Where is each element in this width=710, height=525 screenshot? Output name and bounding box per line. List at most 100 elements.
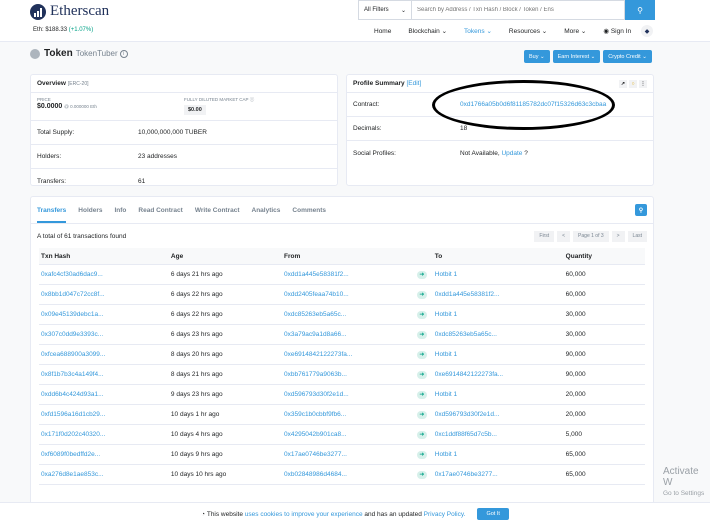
reputation-icon[interactable]: ○ — [629, 79, 637, 88]
arrow-right-icon: ➜ — [416, 450, 427, 459]
total-transactions: A total of 61 transactions found First <… — [31, 224, 653, 248]
tab-read-contract[interactable]: Read Contract — [138, 207, 182, 214]
cookie-banner: ◔ This website uses cookies to improve y… — [0, 502, 710, 525]
page-prev[interactable]: < — [557, 230, 571, 242]
to-address-link[interactable]: Hotbit 1 — [435, 271, 457, 278]
txn-hash-link[interactable]: 0x307c0dd9e3393c... — [41, 331, 103, 338]
from-address-link[interactable]: 0x17ae0746be3277... — [284, 451, 347, 458]
buy-button[interactable]: Buy ⌄ — [524, 50, 550, 63]
privacy-policy-link[interactable]: Privacy Policy. — [424, 511, 466, 518]
arrow-right-icon: ➜ — [416, 470, 427, 479]
page-last[interactable]: Last — [627, 230, 647, 242]
arrow-right-icon: ➜ — [416, 370, 427, 379]
nav-home[interactable]: Home — [374, 28, 391, 35]
txn-hash-link[interactable]: 0x171f0d202c40320... — [41, 431, 105, 438]
holders-row: Holders: 23 addresses — [31, 145, 337, 169]
info-icon[interactable]: i — [119, 49, 128, 58]
to-address-link[interactable]: Hotbit 1 — [435, 351, 457, 358]
search-input[interactable] — [411, 0, 625, 20]
quantity: 5,000 — [565, 431, 582, 438]
quantity: 65,000 — [565, 451, 586, 458]
page-first[interactable]: First — [534, 230, 555, 242]
tab-comments[interactable]: Comments — [292, 207, 326, 214]
page-title-row: Token TokenTuber i — [30, 48, 128, 59]
to-address-link[interactable]: 0xd596793d30f2e1d... — [435, 411, 500, 418]
nav-resources[interactable]: Resources ⌄ — [509, 27, 547, 35]
update-link[interactable]: Update — [501, 150, 522, 157]
txn-hash-link[interactable]: 0xf6089f0bedffd2e... — [41, 451, 100, 458]
quantity: 30,000 — [565, 311, 586, 318]
page-title: Token — [44, 48, 73, 59]
table-row: 0x8bb1d047c72cc8f... 6 days 22 hrs ago 0xd… — [39, 285, 645, 305]
to-address-link[interactable]: Hotbit 1 — [435, 311, 457, 318]
os-watermark: Activate W Go to Settings — [663, 466, 705, 497]
earn-interest-button[interactable]: Earn Interest ⌄ — [552, 50, 601, 63]
txn-hash-link[interactable]: 0xfd1596a16d1cb29... — [41, 411, 105, 418]
tab-write-contract[interactable]: Write Contract — [195, 207, 240, 214]
txn-age: 8 days 20 hrs ago — [170, 351, 223, 358]
crypto-credit-button[interactable]: Crypto Credit ⌄ — [603, 50, 652, 63]
tab-analytics[interactable]: Analytics — [252, 207, 281, 214]
to-address-link[interactable]: 0xe6914842122273fa... — [435, 371, 503, 378]
tab-info[interactable]: Info — [114, 207, 126, 214]
txn-hash-link[interactable]: 0x8f1b7b3c4a149f4... — [41, 371, 104, 378]
nav-tokens[interactable]: Tokens ⌄ — [464, 27, 492, 35]
info-icon[interactable]: ⓘ — [250, 97, 255, 102]
expand-icon[interactable]: ↗ — [619, 79, 627, 88]
from-address-link[interactable]: 0xdc85263eb5a65c... — [284, 311, 346, 318]
from-address-link[interactable]: 0xd596793d30f2e1d... — [284, 391, 349, 398]
site-header: Etherscan Eth: $188.33 (+1.07%) All Filt… — [0, 0, 710, 42]
nav-more[interactable]: More ⌄ — [564, 27, 586, 35]
from-address-link[interactable]: 0x359c1b0cbbf9fb6... — [284, 411, 346, 418]
from-address-link[interactable]: 0xdd1a445e58381f2... — [284, 271, 349, 278]
total-supply-row: Total Supply: 10,000,000,000 TUBER — [31, 121, 337, 145]
tab-holders[interactable]: Holders — [78, 207, 102, 214]
from-address-link[interactable]: 0x4295042b901ca8... — [284, 431, 347, 438]
cookie-icon: ◔ — [201, 510, 206, 518]
to-address-link[interactable]: 0xc1ddf88f65d7c5b... — [435, 431, 497, 438]
tab-transfers[interactable]: Transfers — [37, 207, 67, 223]
transfers-row: Transfers: 61 — [37, 177, 146, 185]
user-icon: ◉ — [603, 28, 610, 35]
search-bar: All Filters ⌄ ⚲ — [358, 0, 655, 20]
nav-sign-in[interactable]: ◉ Sign In — [603, 27, 631, 35]
txn-hash-link[interactable]: 0xafc4cf30ad6dac9... — [41, 271, 103, 278]
txn-age: 10 days 1 hr ago — [170, 411, 220, 418]
from-address-link[interactable]: 0x3a79ac9a1d8a66... — [284, 331, 347, 338]
txn-age: 9 days 23 hrs ago — [170, 391, 223, 398]
from-address-link[interactable]: 0xdd2405feaa74b10... — [284, 291, 349, 298]
from-address-link[interactable]: 0xe6914842122273fa... — [284, 351, 352, 358]
to-address-link[interactable]: 0x17ae0746be3277... — [435, 471, 498, 478]
tab-bar: Transfers Holders Info Read Contract Wri… — [31, 197, 653, 224]
txn-hash-link[interactable]: 0xa276d8e1ae853c... — [41, 471, 104, 478]
more-icon[interactable]: ⋮ — [639, 79, 647, 88]
eth-price: Eth: $188.33 (+1.07%) — [33, 27, 94, 33]
txn-hash-link[interactable]: 0xfcea688900a3099... — [41, 351, 105, 358]
cookies-link[interactable]: uses cookies to improve your experience — [245, 511, 363, 518]
from-address-link[interactable]: 0xbb761779a9063b... — [284, 371, 347, 378]
txn-hash-link[interactable]: 0x09e45139debc1a... — [41, 311, 104, 318]
txn-age: 6 days 23 hrs ago — [170, 331, 223, 338]
to-address-link[interactable]: Hotbit 1 — [435, 391, 457, 398]
from-address-link[interactable]: 0xb02848986d4684... — [284, 471, 347, 478]
txn-age: 8 days 21 hrs ago — [170, 371, 223, 378]
to-address-link[interactable]: 0xdd1a445e58381f2... — [435, 291, 500, 298]
edit-link[interactable]: [Edit] — [406, 80, 421, 87]
txn-hash-link[interactable]: 0xdd6b4c424d93a1... — [41, 391, 104, 398]
search-icon: ⚲ — [637, 5, 643, 15]
search-icon[interactable]: ⚲ — [635, 204, 647, 216]
page-next[interactable]: > — [611, 230, 625, 242]
nav-blockchain[interactable]: Blockchain ⌄ — [408, 27, 447, 35]
got-it-button[interactable]: Got It — [477, 508, 509, 520]
table-row: 0xafc4cf30ad6dac9... 6 days 21 hrs ago 0xd… — [39, 265, 645, 285]
to-address-link[interactable]: 0xdc85263eb5a65c... — [435, 331, 497, 338]
social-row: Social Profiles: Not Available, Update ? — [353, 149, 528, 157]
txn-hash-link[interactable]: 0x8bb1d047c72cc8f... — [41, 291, 105, 298]
etherscan-logo[interactable]: Etherscan — [30, 3, 109, 20]
ethereum-network-icon[interactable]: ◆ — [641, 25, 653, 37]
filter-dropdown[interactable]: All Filters ⌄ — [358, 0, 411, 20]
arrow-right-icon: ➜ — [416, 430, 427, 439]
search-button[interactable]: ⚲ — [625, 0, 655, 20]
arrow-right-icon: ➜ — [416, 270, 427, 279]
to-address-link[interactable]: Hotbit 1 — [435, 451, 457, 458]
